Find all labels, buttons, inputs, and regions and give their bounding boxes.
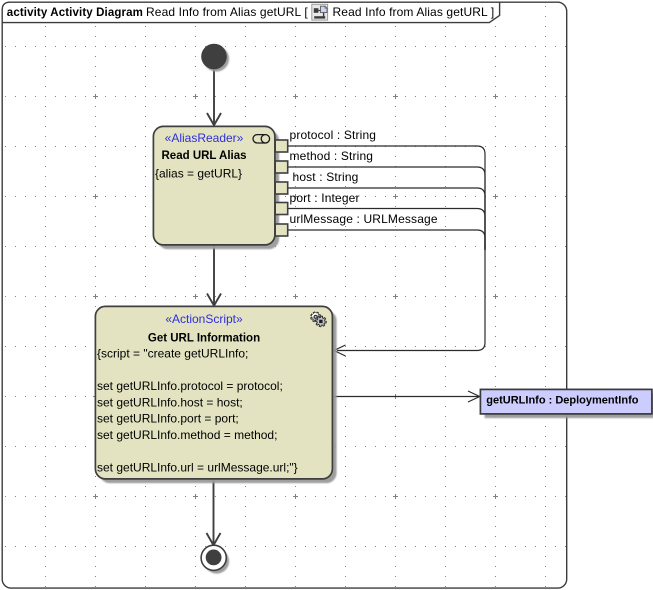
svg-text:Get URL Information: Get URL Information bbox=[148, 333, 260, 345]
svg-text:Read Info from Alias getURL [: Read Info from Alias getURL [ bbox=[146, 5, 308, 19]
svg-text:host : String: host : String bbox=[293, 170, 359, 184]
svg-text:set getURLInfo.port = port;: set getURLInfo.port = port; bbox=[97, 412, 239, 426]
svg-text:set getURLInfo.url = urlMessag: set getURLInfo.url = urlMessage.url;"} bbox=[97, 461, 298, 475]
svg-text:set getURLInfo.method = method: set getURLInfo.method = method; bbox=[97, 428, 277, 442]
svg-text:set getURLInfo.protocol = prot: set getURLInfo.protocol = protocol; bbox=[97, 379, 283, 393]
svg-text:protocol : String: protocol : String bbox=[290, 128, 377, 142]
svg-text:method : String: method : String bbox=[290, 149, 374, 163]
svg-text:«AliasReader»: «AliasReader» bbox=[165, 131, 244, 145]
svg-text:getURLInfo : DeploymentInfo: getURLInfo : DeploymentInfo bbox=[486, 395, 638, 407]
svg-text:Read Info from Alias getURL ]: Read Info from Alias getURL ] bbox=[333, 5, 495, 19]
svg-text:urlMessage : URLMessage: urlMessage : URLMessage bbox=[290, 212, 438, 226]
svg-text:Read URL Alias: Read URL Alias bbox=[162, 150, 247, 162]
svg-text:{script = "create getURLInfo;: {script = "create getURLInfo; bbox=[97, 347, 248, 361]
svg-text:activity Activity Diagram: activity Activity Diagram bbox=[7, 7, 143, 19]
svg-text:{alias = getURL}: {alias = getURL} bbox=[155, 167, 242, 181]
svg-text:«ActionScript»: «ActionScript» bbox=[165, 312, 243, 326]
svg-text:set getURLInfo.host = host;: set getURLInfo.host = host; bbox=[97, 395, 243, 409]
svg-text:port : Integer: port : Integer bbox=[290, 191, 360, 205]
